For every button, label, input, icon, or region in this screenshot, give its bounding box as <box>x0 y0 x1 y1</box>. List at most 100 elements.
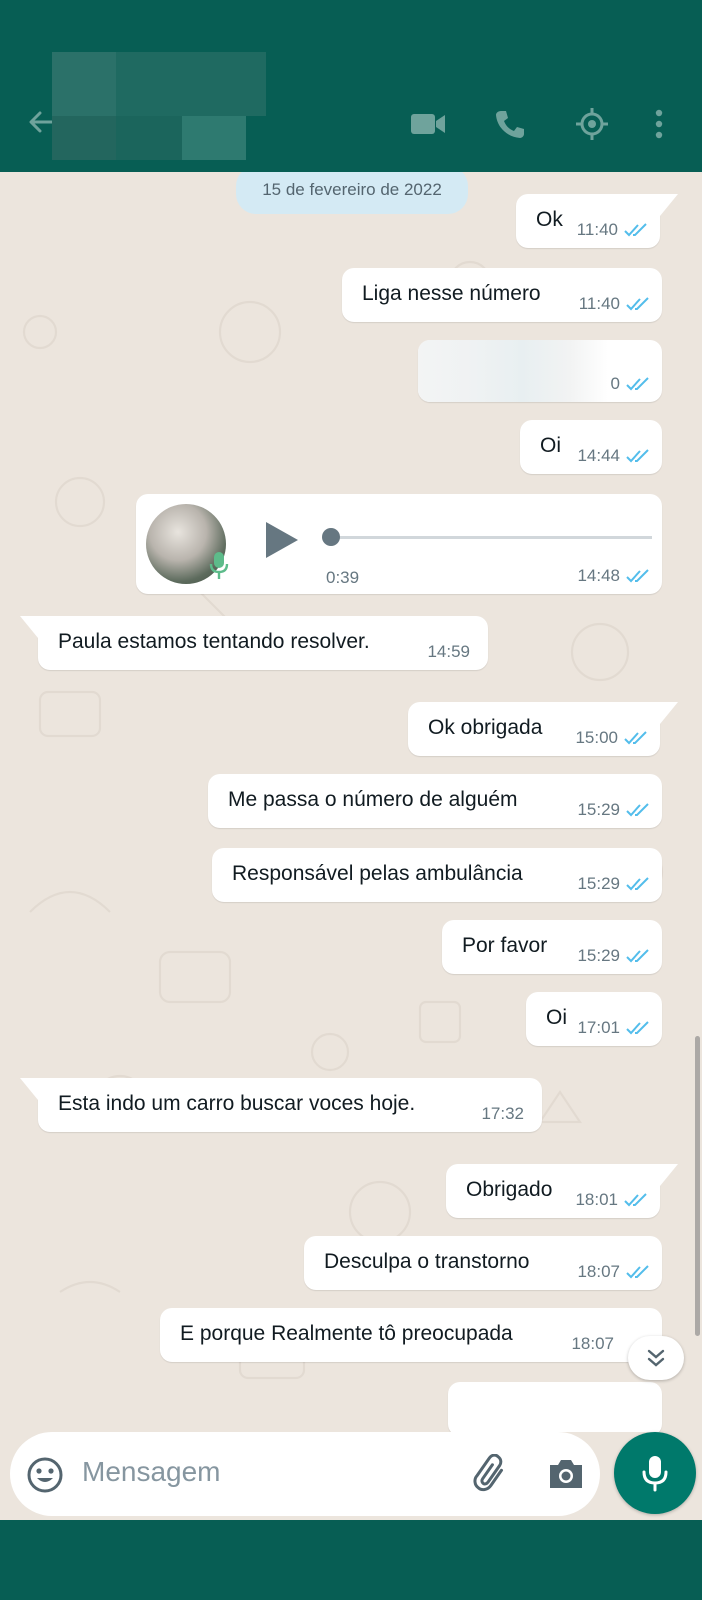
message-composer[interactable]: Mensagem <box>10 1432 600 1516</box>
message-time: 17:32 <box>481 1104 524 1123</box>
audio-progress-knob[interactable] <box>322 528 340 546</box>
double-check-icon <box>626 1264 652 1280</box>
message-text: Obrigado <box>466 1178 553 1201</box>
redacted-avatar[interactable] <box>52 52 116 116</box>
message-meta: 11:40 <box>577 220 650 240</box>
message-text: Liga nesse número <box>362 282 541 305</box>
message-time: 18:07 <box>571 1334 614 1353</box>
message-meta: 18:07 <box>577 1262 652 1282</box>
chat-area[interactable]: 15 de fevereiro de 2022 Ok 11:40 Liga ne… <box>0 172 702 1432</box>
location-target-icon[interactable] <box>572 104 612 144</box>
message-text: Esta indo um carro buscar voces hoje. <box>58 1092 416 1115</box>
redacted-block <box>52 116 116 160</box>
outgoing-message[interactable]: Ok 11:40 <box>516 194 678 248</box>
outgoing-message-redacted[interactable]: 0 <box>418 340 662 402</box>
mic-icon <box>208 550 230 582</box>
message-time: 11:40 <box>578 294 620 313</box>
message-text: Ok obrigada <box>428 716 543 739</box>
message-meta: 14:59 <box>427 642 470 662</box>
message-time: 17:01 <box>577 1018 620 1037</box>
message-time: 15:29 <box>577 874 620 893</box>
message-meta: 17:01 <box>577 1018 652 1038</box>
message-time: 15:29 <box>577 800 620 819</box>
message-text: Ok <box>536 208 563 231</box>
voice-record-button[interactable] <box>614 1432 696 1514</box>
outgoing-message[interactable]: Oi 17:01 <box>526 992 662 1046</box>
message-time: 11:40 <box>576 220 618 239</box>
play-icon[interactable] <box>264 520 300 560</box>
message-meta: 14:48 <box>577 566 652 586</box>
mic-icon <box>642 1456 668 1492</box>
message-text: Oi <box>540 434 561 457</box>
redacted-content <box>418 340 608 402</box>
incoming-message[interactable]: Paula estamos tentando resolver. 14:59 <box>20 616 488 670</box>
voice-call-icon[interactable] <box>490 104 530 144</box>
message-meta: 14:44 <box>577 446 652 466</box>
message-meta: 15:29 <box>577 946 652 966</box>
message-time: 14:59 <box>427 642 470 661</box>
outgoing-message-partial[interactable] <box>448 1382 662 1432</box>
outgoing-message[interactable]: Ok obrigada 15:00 <box>408 702 678 756</box>
outgoing-audio-message[interactable]: 0:39 14:48 <box>136 494 662 594</box>
audio-progress-track[interactable] <box>330 536 652 539</box>
double-check-icon <box>626 568 652 584</box>
double-check-icon <box>626 376 652 392</box>
message-text: E porque Realmente tô preocupada <box>180 1322 513 1345</box>
message-time: 15:00 <box>575 728 618 747</box>
message-meta: 18:07 <box>571 1334 614 1354</box>
message-meta: 18:01 <box>575 1190 650 1210</box>
double-check-icon <box>626 448 652 464</box>
double-check-icon <box>626 876 652 892</box>
emoji-icon[interactable] <box>26 1456 64 1494</box>
double-check-icon <box>624 730 650 746</box>
message-meta: 15:29 <box>577 874 652 894</box>
double-check-icon <box>624 222 650 238</box>
incoming-message[interactable]: Esta indo um carro buscar voces hoje. 17… <box>20 1078 542 1132</box>
redacted-block <box>182 116 246 160</box>
audio-duration: 0:39 <box>326 568 360 587</box>
camera-icon[interactable] <box>546 1456 586 1492</box>
double-check-icon <box>626 802 652 818</box>
outgoing-message[interactable]: Obrigado 18:01 <box>446 1164 678 1218</box>
outgoing-message[interactable]: Oi 14:44 <box>520 420 662 474</box>
double-check-icon <box>624 1192 650 1208</box>
outgoing-message[interactable]: Por favor 15:29 <box>442 920 662 974</box>
date-divider: 15 de fevereiro de 2022 <box>236 172 468 214</box>
message-meta: 11:40 <box>579 294 652 314</box>
video-call-icon[interactable] <box>408 104 448 144</box>
chevron-double-down-icon <box>647 1349 665 1367</box>
message-meta: 17:32 <box>481 1104 524 1124</box>
redacted-block <box>116 116 182 160</box>
message-time: 18:07 <box>577 1262 620 1281</box>
double-check-icon <box>626 296 652 312</box>
message-time: 15:29 <box>577 946 620 965</box>
message-input[interactable]: Mensagem <box>82 1456 221 1488</box>
outgoing-message[interactable]: Me passa o número de alguém 15:29 <box>208 774 662 828</box>
message-time: 14:48 <box>577 566 620 585</box>
message-time: 18:01 <box>575 1190 618 1209</box>
message-text: Me passa o número de alguém <box>228 788 518 811</box>
redacted-contact-name[interactable] <box>116 52 266 116</box>
double-check-icon <box>626 1020 652 1036</box>
outgoing-message[interactable]: Desculpa o transtorno 18:07 <box>304 1236 662 1290</box>
scrollbar[interactable] <box>695 1036 700 1336</box>
scroll-to-bottom-button[interactable] <box>628 1336 684 1380</box>
message-meta: 15:29 <box>577 800 652 820</box>
system-nav-bar <box>0 1520 702 1600</box>
message-meta: 15:00 <box>575 728 650 748</box>
message-text: Responsável pelas ambulância <box>232 862 523 885</box>
outgoing-message[interactable]: Responsável pelas ambulância 15:29 <box>212 848 662 902</box>
message-text: Oi <box>546 1006 567 1029</box>
outgoing-message[interactable]: Liga nesse número 11:40 <box>342 268 662 322</box>
chat-header <box>0 0 702 172</box>
attach-icon[interactable] <box>472 1453 512 1494</box>
message-time: 0 <box>610 374 620 393</box>
double-check-icon <box>626 948 652 964</box>
outgoing-message[interactable]: E porque Realmente tô preocupada 18:07 <box>160 1308 662 1362</box>
message-text: Desculpa o transtorno <box>324 1250 530 1273</box>
message-meta: 0 <box>611 374 652 394</box>
more-vertical-icon[interactable] <box>644 104 674 144</box>
message-text: Paula estamos tentando resolver. <box>58 630 370 653</box>
message-text: Por favor <box>462 934 548 957</box>
message-time: 14:44 <box>577 446 620 465</box>
